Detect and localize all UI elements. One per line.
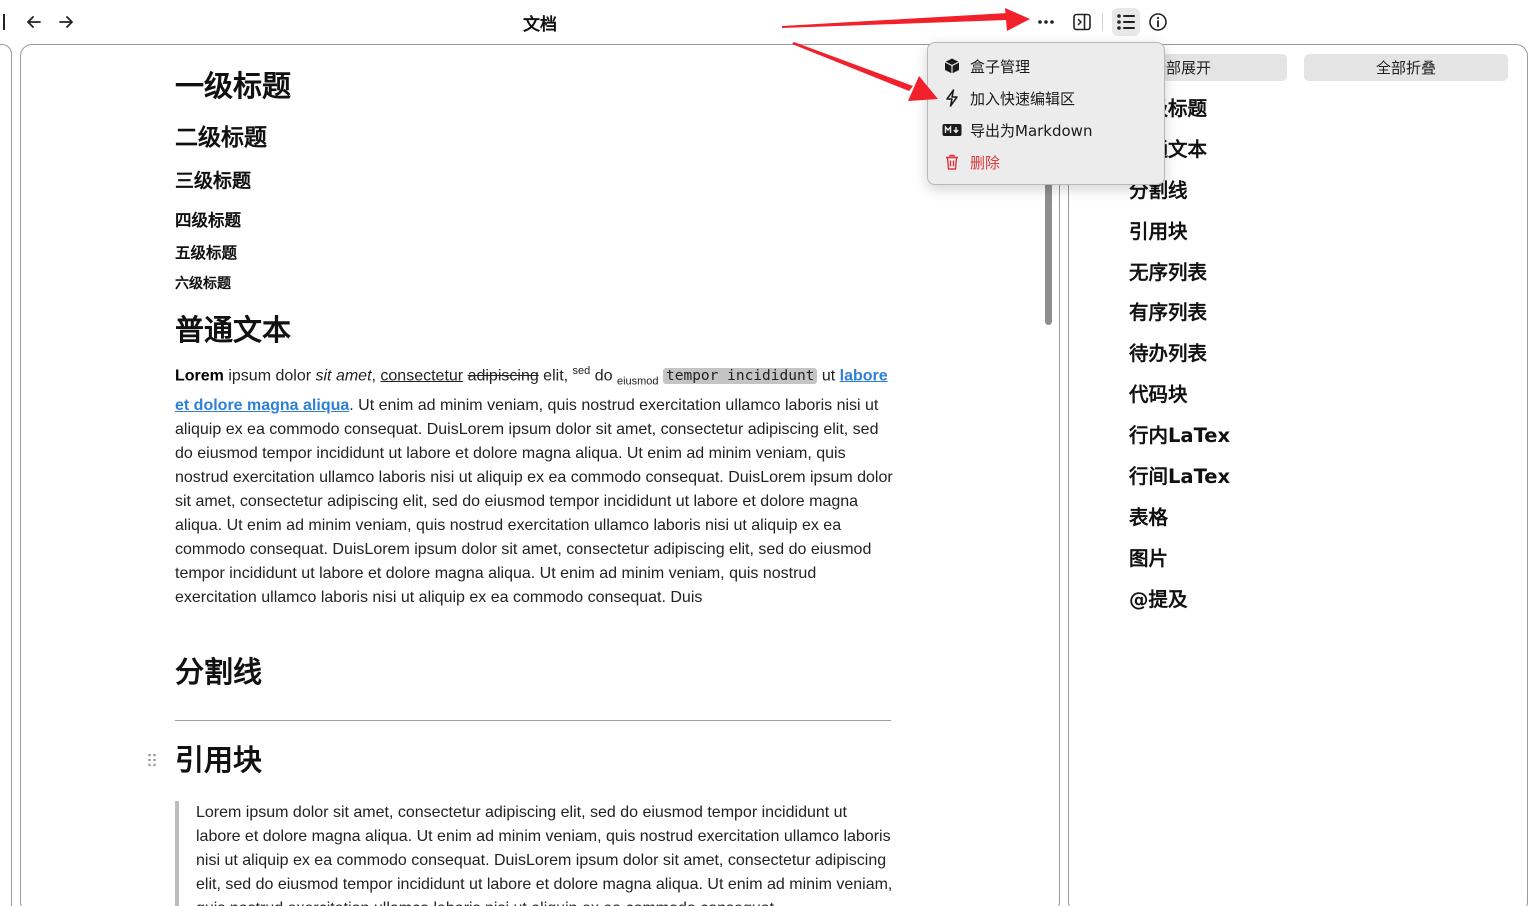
editor-scrollbar[interactable] [1045, 175, 1052, 325]
menu-item-export-markdown[interactable]: 导出为Markdown [928, 115, 1166, 145]
inline-code: tempor incididunt [663, 368, 818, 385]
app-window: 文档 一级标题 二级标题 三级标题 四级标题 五级标题 六级标题 普通文本 Lo… [0, 0, 1532, 906]
outline-item[interactable]: 表格 [1129, 504, 1230, 545]
more-horizontal-icon [1038, 20, 1054, 24]
markdown-icon [942, 121, 962, 139]
section-heading-divider: 分割线 [175, 655, 263, 689]
more-options-button[interactable] [1032, 8, 1060, 36]
section-heading-quote: 引用块 [175, 743, 263, 777]
heading-3: 三级标题 [175, 170, 252, 192]
outline-item[interactable]: 图片 [1129, 545, 1230, 586]
drag-handle-icon[interactable] [147, 752, 157, 767]
menu-item-quick-edit[interactable]: 加入快速编辑区 [928, 83, 1166, 113]
arrow-right-icon [59, 16, 73, 28]
outline-item[interactable]: 行间LaTex [1129, 463, 1230, 504]
trash-icon [942, 153, 962, 171]
horizontal-divider [175, 720, 891, 721]
heading-5: 五级标题 [175, 244, 238, 262]
section-heading-text: 普通文本 [175, 313, 292, 347]
info-icon [1149, 13, 1167, 31]
outline-item[interactable]: @提及 [1129, 586, 1230, 627]
more-options-menu: 盒子管理 加入快速编辑区 导出为Markdown 删除 [927, 42, 1165, 185]
toolbar-divider [1102, 13, 1103, 31]
bold-text: Lorem [175, 367, 224, 385]
outline-item[interactable]: 无序列表 [1129, 259, 1230, 300]
underline-text: consectetur [380, 367, 464, 385]
box-icon [942, 57, 962, 75]
heading-1: 一级标题 [175, 69, 292, 103]
outline-item[interactable]: 引用块 [1129, 218, 1230, 259]
outline-item[interactable]: 行内LaTex [1129, 422, 1230, 463]
outline-item[interactable]: 代码块 [1129, 381, 1230, 422]
blockquote: Lorem ipsum dolor sit amet, consectetur … [175, 801, 893, 906]
collapse-all-button[interactable]: 全部折叠 [1304, 54, 1508, 81]
heading-2: 二级标题 [175, 125, 267, 151]
outline-toggle-button[interactable] [1112, 8, 1140, 36]
superscript-text: sed [572, 365, 591, 377]
lightning-icon [942, 89, 962, 107]
heading-4: 四级标题 [175, 211, 241, 230]
list-outline-icon [1117, 14, 1135, 30]
forward-button[interactable] [53, 9, 79, 35]
left-panel-edge [0, 44, 12, 906]
outline-item[interactable]: 待办列表 [1129, 340, 1230, 381]
sidebar-layout-icon [1073, 13, 1091, 31]
subscript-text: eiusmod [616, 375, 659, 388]
editor-panel[interactable]: 一级标题 二级标题 三级标题 四级标题 五级标题 六级标题 普通文本 Lorem… [20, 44, 1060, 906]
document-title: 文档 [523, 15, 557, 35]
strikethrough-text: adipiscing [467, 367, 539, 385]
outline-item[interactable]: 有序列表 [1129, 299, 1230, 340]
italic-text: sit amet [315, 367, 372, 385]
title-bar: 文档 [0, 0, 1532, 44]
info-button[interactable] [1144, 8, 1172, 36]
menu-item-box-management[interactable]: 盒子管理 [928, 51, 1166, 81]
toggle-panel-button[interactable] [1068, 8, 1096, 36]
back-button[interactable] [21, 9, 47, 35]
arrow-left-icon [27, 16, 41, 28]
window-edge-marker [3, 14, 5, 30]
rich-text-paragraph: Lorem ipsum dolor sit amet, consectetur … [175, 365, 893, 606]
heading-6: 六级标题 [175, 276, 231, 292]
menu-item-delete[interactable]: 删除 [928, 147, 1166, 177]
